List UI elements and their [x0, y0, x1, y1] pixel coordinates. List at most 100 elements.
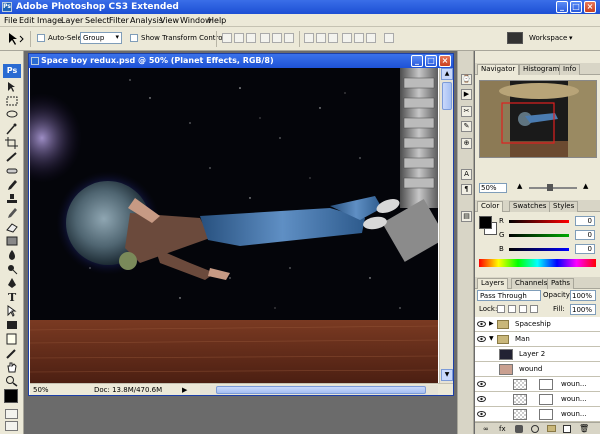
- move-tool-icon[interactable]: [7, 32, 25, 46]
- brush-tool-icon[interactable]: [5, 179, 19, 191]
- lock-position-icon[interactable]: [519, 305, 527, 313]
- collapse-arrow-icon[interactable]: ▼: [489, 335, 494, 342]
- distribute-hcenter-button[interactable]: [354, 33, 364, 43]
- eye-icon[interactable]: [477, 320, 486, 328]
- clone-source-icon[interactable]: ⊕: [461, 138, 472, 149]
- lock-pixels-icon[interactable]: [508, 305, 516, 313]
- eye-icon[interactable]: [477, 395, 486, 403]
- green-value-field[interactable]: 0: [575, 230, 595, 240]
- menu-filter[interactable]: Filter: [109, 16, 129, 25]
- tab-styles[interactable]: Styles: [549, 201, 579, 212]
- menu-window[interactable]: Window: [180, 16, 212, 25]
- align-left-button[interactable]: [260, 33, 270, 43]
- menu-file[interactable]: File: [4, 16, 17, 25]
- blue-slider[interactable]: [509, 248, 569, 251]
- tab-histogram[interactable]: Histogram: [519, 64, 564, 75]
- menu-layer[interactable]: Layer: [61, 16, 83, 25]
- lock-transparent-icon[interactable]: [497, 305, 505, 313]
- tab-paths[interactable]: Paths: [547, 278, 575, 289]
- add-mask-icon[interactable]: [515, 425, 523, 433]
- lock-all-icon[interactable]: [530, 305, 538, 313]
- distribute-left-button[interactable]: [342, 33, 352, 43]
- magic-wand-tool-icon[interactable]: [5, 123, 19, 135]
- move-tool-icon[interactable]: [5, 81, 19, 93]
- crop-tool-icon[interactable]: [5, 137, 19, 149]
- eye-icon[interactable]: [477, 380, 486, 388]
- opacity-field[interactable]: 100%: [570, 290, 596, 301]
- type-tool-icon[interactable]: T: [5, 291, 19, 304]
- zoom-level[interactable]: 50%: [33, 386, 49, 394]
- image-canvas[interactable]: [30, 68, 438, 383]
- zoom-in-icon[interactable]: ▲: [583, 182, 588, 190]
- menu-edit[interactable]: Edit: [19, 16, 35, 25]
- path-selection-tool-icon[interactable]: [5, 305, 19, 317]
- auto-select-checkbox[interactable]: [37, 34, 45, 42]
- eye-icon[interactable]: [477, 335, 486, 343]
- layer-style-icon[interactable]: fx: [499, 425, 506, 433]
- red-slider[interactable]: [509, 220, 569, 223]
- green-slider[interactable]: [509, 234, 569, 237]
- slice-tool-icon[interactable]: [5, 151, 19, 163]
- new-group-icon[interactable]: [547, 425, 556, 432]
- blend-mode-dropdown[interactable]: Pass Through: [477, 290, 541, 301]
- gradient-tool-icon[interactable]: [5, 235, 19, 247]
- history-brush-tool-icon[interactable]: [5, 207, 19, 219]
- layer-comps-icon[interactable]: ▤: [461, 211, 472, 222]
- color-fg-swatch[interactable]: [479, 216, 492, 229]
- eye-icon[interactable]: [477, 410, 486, 418]
- align-vcenter-button[interactable]: [234, 33, 244, 43]
- foreground-color-swatch[interactable]: [4, 389, 18, 403]
- zoom-tool-icon[interactable]: [5, 375, 19, 387]
- document-info[interactable]: Doc: 13.8M/470.6M: [94, 386, 162, 394]
- distribute-top-button[interactable]: [304, 33, 314, 43]
- eraser-tool-icon[interactable]: [5, 221, 19, 233]
- blue-value-field[interactable]: 0: [575, 244, 595, 254]
- marquee-tool-icon[interactable]: [5, 95, 19, 107]
- layer-mask-thumbnail[interactable]: [539, 409, 553, 420]
- brushes-panel-icon[interactable]: ✎: [461, 121, 472, 132]
- layer-mask-thumbnail[interactable]: [539, 394, 553, 405]
- red-value-field[interactable]: 0: [575, 216, 595, 226]
- layer-row[interactable]: woun...: [475, 392, 600, 407]
- tab-color[interactable]: Color: [477, 201, 504, 212]
- trash-icon[interactable]: 🗑: [579, 424, 589, 433]
- paragraph-panel-icon[interactable]: ¶: [461, 184, 472, 195]
- blur-tool-icon[interactable]: [5, 249, 19, 261]
- pen-tool-icon[interactable]: [5, 277, 19, 289]
- tool-presets-icon[interactable]: ✂: [461, 106, 472, 117]
- navigator-zoom-field[interactable]: 50%: [479, 183, 507, 193]
- minimize-button[interactable]: _: [556, 1, 568, 13]
- document-title-bar[interactable]: Space boy redux.psd @ 50% (Planet Effect…: [29, 54, 453, 68]
- screen-mode-button[interactable]: [5, 421, 18, 431]
- auto-align-button[interactable]: [384, 33, 394, 43]
- layer-row[interactable]: wound: [475, 362, 600, 377]
- align-hcenter-button[interactable]: [272, 33, 282, 43]
- character-panel-icon[interactable]: A: [461, 169, 472, 180]
- doc-minimize-button[interactable]: _: [411, 55, 423, 67]
- maximize-button[interactable]: □: [570, 1, 582, 13]
- layer-row[interactable]: ▶ Spaceship: [475, 317, 600, 332]
- align-bottom-button[interactable]: [246, 33, 256, 43]
- zoom-slider-thumb[interactable]: [547, 184, 553, 191]
- workspace-switcher[interactable]: Workspace ▾: [505, 27, 600, 51]
- tab-channels[interactable]: Channels: [511, 278, 552, 289]
- layer-row[interactable]: woun...: [475, 407, 600, 422]
- layer-row[interactable]: Layer 2: [475, 347, 600, 362]
- layer-mask-thumbnail[interactable]: [539, 379, 553, 390]
- menu-select[interactable]: Select: [85, 16, 110, 25]
- distribute-vcenter-button[interactable]: [316, 33, 326, 43]
- show-transform-checkbox[interactable]: [130, 34, 138, 42]
- tab-info[interactable]: Info: [559, 64, 581, 75]
- doc-maximize-button[interactable]: □: [425, 55, 437, 67]
- tab-navigator[interactable]: Navigator: [477, 64, 520, 75]
- vertical-scrollbar[interactable]: ▲ ▼: [439, 68, 453, 383]
- menu-image[interactable]: Image: [37, 16, 62, 25]
- distribute-right-button[interactable]: [366, 33, 376, 43]
- dodge-tool-icon[interactable]: [5, 263, 19, 275]
- shape-tool-icon[interactable]: [5, 319, 19, 331]
- link-layers-icon[interactable]: ∞: [483, 425, 489, 433]
- distribute-bottom-button[interactable]: [328, 33, 338, 43]
- zoom-out-icon[interactable]: ▲: [517, 182, 522, 190]
- close-button[interactable]: ×: [584, 1, 596, 13]
- navigator-preview[interactable]: [479, 80, 597, 158]
